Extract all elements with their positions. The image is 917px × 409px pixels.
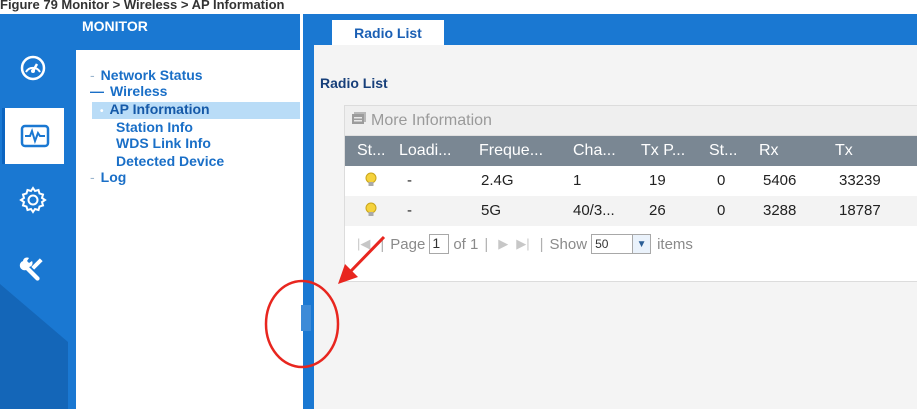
nav-item-label: AP Information xyxy=(109,101,210,117)
tree-line-icon: - xyxy=(90,169,95,185)
panel-divider[interactable] xyxy=(300,14,314,409)
cell-tx-power: 26 xyxy=(649,202,666,219)
nav-panel-title: MONITOR xyxy=(82,18,148,34)
show-label: Show xyxy=(549,235,588,253)
cell-rx: 5406 xyxy=(763,172,797,189)
page-number-input[interactable]: 1 xyxy=(429,234,450,254)
nav-item-wds-link-info[interactable]: WDS Link Info xyxy=(116,136,211,151)
cell-tx: 33239 xyxy=(839,172,881,189)
first-page-icon[interactable]: |◀ xyxy=(357,236,370,252)
nav-item-label: Network Status xyxy=(100,67,203,83)
chevron-down-icon[interactable]: ▼ xyxy=(633,234,652,254)
page-count-label: of 1 xyxy=(453,235,479,253)
column-header-channel[interactable]: Cha... xyxy=(573,136,616,166)
cell-frequency: 2.4G xyxy=(481,172,514,189)
cell-rx: 3288 xyxy=(763,202,797,219)
more-information-icon xyxy=(351,111,367,130)
table-row[interactable]: - 5G 40/3... 26 0 3288 18787 xyxy=(345,196,917,226)
nav-item-label: Log xyxy=(100,169,127,185)
nav-item-label: WDS Link Info xyxy=(116,135,211,151)
next-page-icon[interactable]: ▶ xyxy=(498,236,508,252)
pagination-bar: |◀ | Page 1 of 1 | ▶ ▶| | Show 50 ▼ item… xyxy=(345,227,917,261)
last-page-icon[interactable]: ▶| xyxy=(516,236,529,252)
section-title: Radio List xyxy=(320,75,388,91)
cell-loading: - xyxy=(407,172,412,189)
bulb-icon xyxy=(365,166,377,196)
heartbeat-monitor-icon xyxy=(20,121,50,151)
nav-item-log[interactable]: - Log xyxy=(90,170,126,185)
table-header: St... Loadi... Freque... Cha... Tx P... … xyxy=(345,136,917,166)
tab-radio-list[interactable]: Radio List xyxy=(332,20,444,45)
column-header-stations[interactable]: St... xyxy=(709,136,737,166)
pager-separator: | xyxy=(539,235,544,253)
column-header-status[interactable]: St... xyxy=(357,136,385,166)
more-information-button[interactable]: More Information xyxy=(371,112,492,130)
nav-item-detected-device[interactable]: Detected Device xyxy=(116,154,224,169)
pager-separator: | xyxy=(380,235,385,253)
page: Figure 79 Monitor > Wireless > AP Inform… xyxy=(0,0,917,409)
rail-fold-decoration xyxy=(0,284,68,409)
nav-item-label: Wireless xyxy=(110,83,168,99)
gear-icon xyxy=(17,184,49,216)
figure-caption: Figure 79 Monitor > Wireless > AP Inform… xyxy=(0,0,285,12)
monitor-button[interactable] xyxy=(2,108,64,164)
nav-item-ap-information[interactable]: • AP Information xyxy=(92,102,300,119)
nav-item-label: Detected Device xyxy=(116,153,225,169)
cell-frequency: 5G xyxy=(481,202,502,219)
radio-list-grid: More Information St... Loadi... Freque..… xyxy=(344,105,917,282)
cell-channel: 1 xyxy=(573,172,582,189)
nav-panel: MONITOR - Network Status — Wireless • AP In… xyxy=(68,14,300,409)
cell-tx-power: 19 xyxy=(649,172,666,189)
page-label: Page xyxy=(390,235,426,253)
tree-dot-icon: • xyxy=(100,106,104,117)
nav-item-network-status[interactable]: - Network Status xyxy=(90,68,203,83)
dashboard-button[interactable] xyxy=(2,40,64,96)
tree-line-icon: - xyxy=(90,67,95,83)
content-header: Radio List xyxy=(314,14,917,45)
column-header-loading[interactable]: Loadi... xyxy=(399,136,451,166)
column-header-frequency[interactable]: Freque... xyxy=(479,136,543,166)
cell-stations: 0 xyxy=(717,202,726,219)
cell-loading: - xyxy=(407,202,412,219)
items-label: items xyxy=(657,235,693,253)
cell-channel: 40/3... xyxy=(573,202,615,219)
bulb-icon xyxy=(365,196,377,226)
configuration-button[interactable] xyxy=(2,172,64,228)
collapse-panel-handle[interactable] xyxy=(301,305,311,331)
tools-icon xyxy=(17,252,49,284)
column-header-rx[interactable]: Rx xyxy=(759,136,779,166)
nav-item-wireless[interactable]: — Wireless xyxy=(90,84,167,99)
cell-stations: 0 xyxy=(717,172,726,189)
icon-rail xyxy=(0,14,68,409)
nav-item-label: Station Info xyxy=(116,119,193,135)
speedometer-icon xyxy=(18,53,48,83)
pager-separator: | xyxy=(484,235,489,253)
nav-item-station-info[interactable]: Station Info xyxy=(116,120,193,135)
table-row[interactable]: - 2.4G 1 19 0 5406 33239 xyxy=(345,166,917,196)
column-header-tx-power[interactable]: Tx P... xyxy=(641,136,685,166)
nav-tree: - Network Status — Wireless • AP Informatio… xyxy=(76,50,300,409)
cell-tx: 18787 xyxy=(839,202,881,219)
column-header-tx[interactable]: Tx xyxy=(835,136,853,166)
items-per-page-select[interactable]: 50 xyxy=(591,234,634,254)
grid-toolbar: More Information xyxy=(345,106,917,136)
collapse-icon: — xyxy=(90,83,104,99)
content-area: Radio List More Information St... Loadi.… xyxy=(314,45,917,409)
